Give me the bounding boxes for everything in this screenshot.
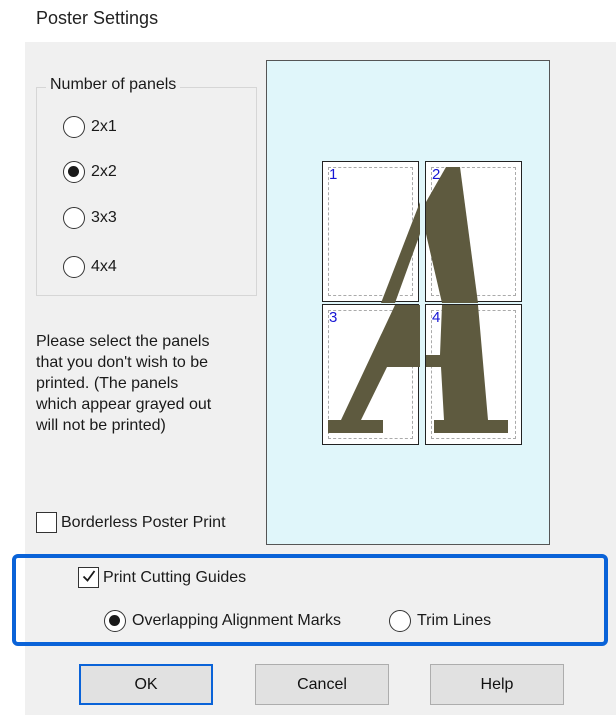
radio-trim-lines[interactable]: Trim Lines: [389, 610, 491, 632]
radio-2x2-label: 2x2: [91, 163, 117, 180]
cancel-button[interactable]: Cancel: [255, 664, 389, 705]
radio-2x1-label: 2x1: [91, 118, 117, 135]
radio-4x4-button[interactable]: [63, 256, 85, 278]
panel-4-number: 4: [432, 309, 441, 326]
print-cutting-guides-checkbox[interactable]: Print Cutting Guides: [78, 567, 246, 588]
panel-1-number: 1: [329, 166, 338, 183]
radio-3x3[interactable]: 3x3: [63, 207, 117, 229]
preview-panel-3[interactable]: 3: [322, 304, 420, 445]
letter-a-fragment-icon: [381, 202, 420, 303]
instructions-text: Please select the panels that you don't …: [36, 333, 212, 434]
poster-preview: 1 2 3 4: [266, 60, 550, 545]
panel-2-number: 2: [432, 166, 441, 183]
radio-2x2-button[interactable]: [63, 161, 85, 183]
radio-3x3-button[interactable]: [63, 207, 85, 229]
letter-a-fragment-icon: [426, 167, 478, 303]
letter-a-fragment-icon: [328, 305, 420, 433]
radio-overlapping-label: Overlapping Alignment Marks: [132, 612, 341, 629]
radio-4x4[interactable]: 4x4: [63, 256, 117, 278]
radio-2x1[interactable]: 2x1: [63, 116, 117, 138]
ok-button[interactable]: OK: [79, 664, 213, 705]
borderless-checkbox-label: Borderless Poster Print: [61, 513, 226, 531]
checkmark-icon: [82, 570, 96, 582]
radio-overlapping-button[interactable]: [104, 610, 126, 632]
radio-overlapping-alignment-marks[interactable]: Overlapping Alignment Marks: [104, 610, 341, 632]
borderless-checkbox[interactable]: Borderless Poster Print: [36, 512, 226, 533]
radio-3x3-label: 3x3: [91, 209, 117, 226]
print-cutting-guides-label: Print Cutting Guides: [103, 568, 247, 586]
radio-trim-lines-label: Trim Lines: [417, 612, 492, 629]
radio-trim-lines-button[interactable]: [389, 610, 411, 632]
help-button[interactable]: Help: [430, 664, 564, 705]
preview-panel-1[interactable]: 1: [322, 161, 420, 303]
preview-panel-2[interactable]: 2: [425, 161, 522, 303]
window-title: Poster Settings: [36, 8, 159, 28]
borderless-checkbox-box[interactable]: [36, 512, 57, 533]
radio-2x2[interactable]: 2x2: [63, 161, 117, 183]
panel-3-number: 3: [329, 309, 338, 326]
radio-2x1-button[interactable]: [63, 116, 85, 138]
letter-a-fragment-icon: [426, 305, 508, 433]
radio-4x4-label: 4x4: [91, 258, 117, 275]
panels-group-label: Number of panels: [46, 76, 181, 94]
print-cutting-guides-box[interactable]: [78, 567, 99, 588]
preview-panel-4[interactable]: 4: [425, 304, 522, 445]
